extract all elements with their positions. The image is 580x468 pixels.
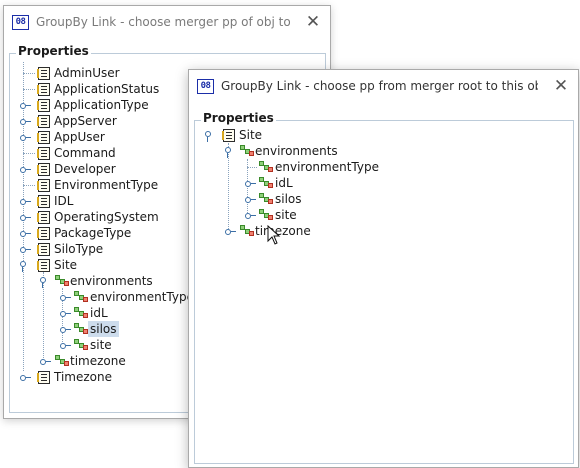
tree-handle-icon[interactable] (20, 261, 27, 272)
link-node-icon (74, 307, 88, 318)
front-titlebar[interactable]: 08 GroupBy Link - choose pp from merger … (189, 70, 578, 102)
tree-handle-icon[interactable] (205, 131, 212, 142)
class-node-icon (37, 371, 50, 384)
tree-handle-icon[interactable] (225, 227, 236, 236)
tree-handle-icon[interactable] (20, 229, 31, 238)
tree-item-timezone-link[interactable]: timezone (195, 223, 565, 239)
tree-item-environmenttype-link[interactable]: environmentType (195, 159, 565, 175)
front-window-title: GroupBy Link - choose pp from merger roo… (221, 79, 538, 93)
front-properties-panel: Properties Site environments environment… (194, 111, 574, 464)
tree-handle-icon[interactable] (60, 341, 71, 350)
link-node-icon (55, 275, 69, 286)
class-node-icon (37, 67, 50, 80)
link-node-icon (259, 161, 273, 172)
back-titlebar[interactable]: 08 GroupBy Link - choose merger pp of ob… (4, 6, 330, 38)
link-node-icon (240, 145, 254, 156)
mouse-pointer-icon (267, 225, 281, 245)
class-node-icon (37, 131, 50, 144)
tree-handle-icon[interactable] (20, 165, 31, 174)
class-node-icon (37, 115, 50, 128)
class-node-icon (37, 211, 50, 224)
class-node-icon (37, 99, 50, 112)
link-node-icon (55, 355, 69, 366)
close-icon[interactable]: ✕ (550, 75, 572, 97)
tree-handle-icon[interactable] (245, 179, 256, 188)
close-icon[interactable]: ✕ (302, 11, 324, 33)
link-node-icon (259, 193, 273, 204)
front-dialog: 08 GroupBy Link - choose pp from merger … (188, 69, 579, 468)
tree-item-site[interactable]: Site (195, 127, 565, 143)
tree-handle-icon[interactable] (20, 133, 31, 142)
tree-handle-icon[interactable] (60, 325, 71, 334)
app-icon: 08 (197, 79, 214, 94)
class-node-icon (37, 83, 50, 96)
tree-handle-icon[interactable] (40, 357, 51, 366)
tree-handle-icon[interactable] (40, 277, 47, 288)
tree-handle-icon[interactable] (245, 211, 256, 220)
class-node-icon (37, 243, 50, 256)
class-node-icon (37, 179, 50, 192)
link-node-icon (74, 291, 88, 302)
class-node-icon (222, 129, 235, 142)
link-node-icon (259, 177, 273, 188)
tree-item-environments[interactable]: environments (195, 143, 565, 159)
tree-item-site-link[interactable]: site (195, 207, 565, 223)
class-node-icon (37, 259, 50, 272)
tree-handle-icon[interactable] (20, 197, 31, 206)
tree-handle-icon[interactable] (60, 293, 71, 302)
tree-handle-icon[interactable] (20, 101, 31, 110)
class-node-icon (37, 147, 50, 160)
link-node-icon (74, 339, 88, 350)
tree-handle-icon[interactable] (20, 213, 31, 222)
selected-tree-label: silos (88, 321, 119, 337)
link-node-icon (74, 323, 88, 334)
tree-item-idl-link[interactable]: idL (195, 175, 565, 191)
class-node-icon (37, 163, 50, 176)
tree-handle-icon[interactable] (245, 195, 256, 204)
link-node-icon (259, 209, 273, 220)
class-node-icon (37, 227, 50, 240)
tree-item-silos-link[interactable]: silos (195, 191, 565, 207)
class-node-icon (37, 195, 50, 208)
back-window-title: GroupBy Link - choose merger pp of obj t… (36, 15, 290, 29)
tree-handle-icon[interactable] (20, 373, 31, 382)
tree-handle-icon[interactable] (60, 309, 71, 318)
front-property-tree: Site environments environmentType idL si… (195, 121, 573, 463)
tree-handle-icon[interactable] (20, 117, 31, 126)
tree-handle-icon[interactable] (20, 245, 31, 254)
app-icon: 08 (12, 15, 29, 30)
tree-handle-icon[interactable] (225, 147, 232, 158)
link-node-icon (240, 225, 254, 236)
